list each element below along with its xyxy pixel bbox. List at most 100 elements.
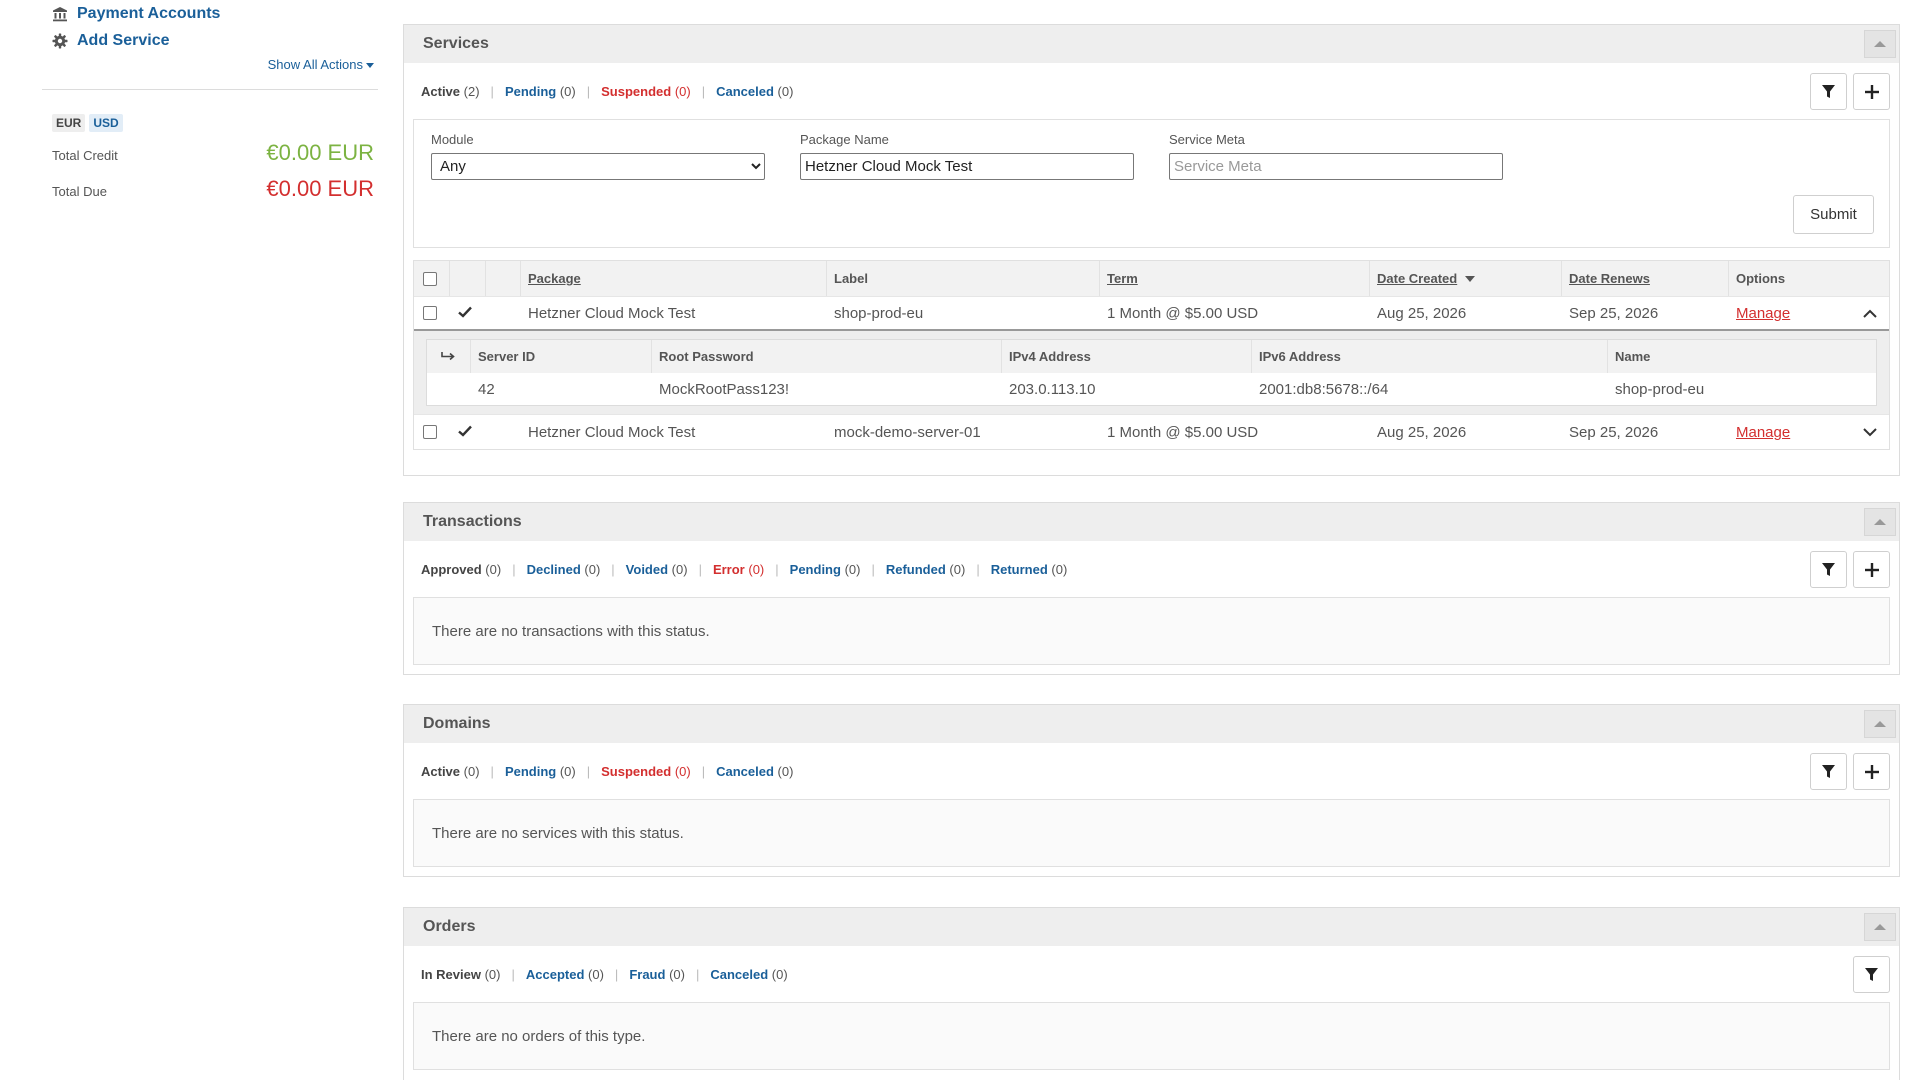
orders-status-in-review[interactable]: In Review (0)	[421, 967, 500, 982]
transactions-status-refunded[interactable]: Refunded (0)	[886, 562, 965, 577]
chevron-up-icon	[1863, 309, 1877, 318]
services-status-canceled[interactable]: Canceled (0)	[716, 84, 793, 99]
service-package: Hetzner Cloud Mock Test	[528, 304, 696, 322]
package-name-input[interactable]	[800, 153, 1134, 180]
services-filter-button[interactable]	[1810, 73, 1847, 110]
collapse-row-toggle[interactable]	[1863, 297, 1877, 329]
show-all-actions-toggle[interactable]: Show All Actions	[42, 57, 378, 77]
collapse-up-icon	[1874, 721, 1886, 727]
service-term: 1 Month @ $5.00 USD	[1107, 423, 1259, 441]
transactions-empty-message: There are no transactions with this stat…	[432, 622, 710, 640]
service-meta-input[interactable]	[1169, 153, 1503, 180]
sort-date-renews[interactable]: Date Renews	[1569, 271, 1650, 286]
checkmark-icon	[458, 306, 472, 318]
sort-date-created[interactable]: Date Created	[1377, 271, 1457, 286]
sort-desc-icon	[1465, 275, 1476, 282]
services-panel: Services Active (2) | Pending (0) | Susp…	[403, 24, 1900, 476]
services-collapse-button[interactable]	[1864, 30, 1896, 58]
table-row[interactable]: Hetzner Cloud Mock Test mock-demo-server…	[414, 414, 1889, 449]
domains-status-active[interactable]: Active (0)	[421, 764, 480, 779]
detail-root-password: MockRootPass123!	[659, 380, 790, 398]
transactions-panel-header: Transactions	[404, 503, 1899, 541]
total-credit-row: Total Credit €0.00 EUR	[52, 140, 378, 166]
transactions-status-error[interactable]: Error (0)	[713, 562, 764, 577]
service-date-renews: Sep 25, 2026	[1569, 304, 1659, 322]
separator: |	[695, 966, 700, 982]
transactions-status-voided[interactable]: Voided (0)	[626, 562, 688, 577]
show-all-actions-label: Show All Actions	[267, 57, 363, 72]
col-label: Label	[834, 271, 868, 286]
filter-icon	[1822, 84, 1835, 98]
chevron-down-icon	[1863, 427, 1877, 436]
separator: |	[698, 561, 702, 577]
module-select[interactable]: Any	[431, 153, 765, 180]
separator: |	[490, 763, 494, 779]
payment-accounts-link[interactable]: Payment Accounts	[52, 0, 378, 27]
currency-tab-eur[interactable]: EUR	[52, 114, 86, 132]
services-status-suspended[interactable]: Suspended (0)	[601, 84, 691, 99]
total-due-value: €0.00 EUR	[266, 176, 374, 201]
domains-filter-button[interactable]	[1810, 753, 1847, 790]
domains-status-canceled[interactable]: Canceled (0)	[716, 764, 793, 779]
payment-accounts-label: Payment Accounts	[77, 4, 221, 22]
domains-add-button[interactable]	[1853, 753, 1890, 790]
orders-status-accepted[interactable]: Accepted (0)	[526, 967, 604, 982]
row-checkbox[interactable]	[423, 306, 437, 320]
services-filter-form: Module Any Package Name Service Meta Sub…	[413, 119, 1890, 248]
transactions-status-returned[interactable]: Returned (0)	[991, 562, 1068, 577]
plus-icon	[1864, 764, 1879, 779]
filter-icon	[1822, 764, 1835, 778]
sort-package[interactable]: Package	[528, 271, 581, 286]
package-filter: Package Name	[800, 132, 1134, 180]
currency-tab-usd[interactable]: USD	[89, 114, 123, 132]
transactions-filter-button[interactable]	[1810, 551, 1847, 588]
services-add-button[interactable]	[1853, 73, 1890, 110]
service-meta-label: Service Meta	[1169, 132, 1245, 147]
currency-tabs: EUR USD	[52, 114, 378, 132]
client-sidebar: Payment Accounts Add Service Show All Ac…	[42, 0, 378, 202]
table-row[interactable]: Hetzner Cloud Mock Test shop-prod-eu 1 M…	[414, 296, 1889, 331]
transactions-status-declined[interactable]: Declined (0)	[527, 562, 601, 577]
transactions-status-pending[interactable]: Pending (0)	[790, 562, 861, 577]
orders-status-tabs: In Review (0) | Accepted (0) | Fraud (0)…	[404, 946, 1899, 1002]
services-status-active[interactable]: Active (2)	[421, 84, 480, 99]
manage-link[interactable]: Manage	[1736, 424, 1790, 441]
row-checkbox[interactable]	[423, 425, 437, 439]
plus-icon	[1864, 84, 1879, 99]
separator: |	[976, 561, 980, 577]
domains-status-suspended[interactable]: Suspended (0)	[601, 764, 691, 779]
submit-button[interactable]: Submit	[1793, 195, 1874, 234]
domains-collapse-button[interactable]	[1864, 710, 1896, 738]
expand-row-toggle[interactable]	[1863, 415, 1877, 449]
detail-col-ipv4: IPv4 Address	[1002, 340, 1252, 373]
separator: |	[701, 763, 706, 779]
service-package: Hetzner Cloud Mock Test	[528, 423, 696, 441]
filter-icon	[1822, 562, 1835, 576]
bank-icon	[53, 6, 67, 21]
transactions-status-approved[interactable]: Approved (0)	[421, 562, 501, 577]
detail-col-server-id: Server ID	[471, 340, 652, 373]
total-credit-value: €0.00 EUR	[266, 140, 374, 165]
separator: |	[701, 83, 706, 99]
orders-status-canceled[interactable]: Canceled (0)	[710, 967, 787, 982]
module-label: Module	[431, 132, 474, 147]
manage-link[interactable]: Manage	[1736, 305, 1790, 322]
orders-filter-button[interactable]	[1853, 956, 1890, 993]
service-meta-filter: Service Meta	[1169, 132, 1503, 180]
services-status-pending[interactable]: Pending (0)	[505, 84, 576, 99]
domains-status-pending[interactable]: Pending (0)	[505, 764, 576, 779]
transactions-status-tabs: Approved (0) | Declined (0) | Voided (0)…	[404, 541, 1899, 597]
orders-status-fraud[interactable]: Fraud (0)	[629, 967, 685, 982]
service-label: mock-demo-server-01	[834, 423, 981, 441]
transactions-panel: Transactions Approved (0) | Declined (0)…	[403, 502, 1900, 675]
transactions-add-button[interactable]	[1853, 551, 1890, 588]
transactions-collapse-button[interactable]	[1864, 508, 1896, 536]
orders-collapse-button[interactable]	[1864, 913, 1896, 941]
sort-term[interactable]: Term	[1107, 271, 1138, 286]
select-all-checkbox[interactable]	[423, 271, 437, 286]
expand-col-header	[486, 261, 521, 296]
domains-panel: Domains Active (0) | Pending (0) | Suspe…	[403, 704, 1900, 877]
orders-empty-message: There are no orders of this type.	[432, 1027, 646, 1045]
separator: |	[511, 966, 515, 982]
add-service-link[interactable]: Add Service	[52, 27, 378, 54]
